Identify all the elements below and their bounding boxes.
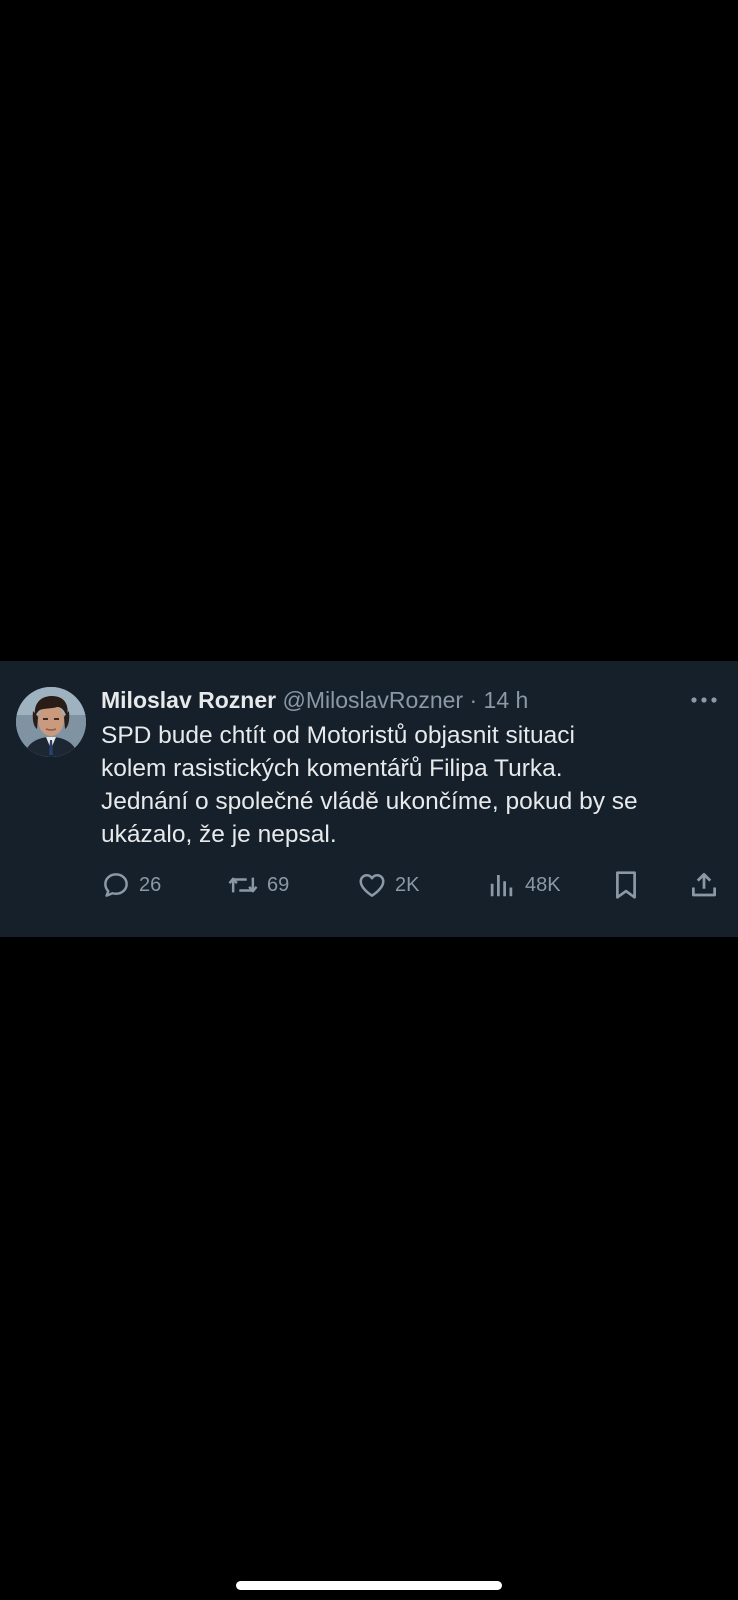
author-handle[interactable]: @MiloslavRozner (283, 687, 464, 713)
like-count: 2K (395, 873, 420, 896)
bookmark-icon (616, 871, 636, 899)
views-chart-icon (490, 875, 513, 897)
views-button[interactable]: 48K (487, 867, 561, 903)
avatar[interactable] (16, 687, 86, 757)
repost-button[interactable]: 69 (227, 867, 289, 903)
reply-count: 26 (139, 873, 162, 896)
reply-icon (104, 873, 128, 897)
share-icon (692, 873, 716, 897)
reply-button[interactable]: 26 (101, 867, 161, 903)
tweet-card[interactable]: Miloslav Rozner @MiloslavRozner · 14 h S… (0, 661, 738, 937)
repost-icon (228, 877, 258, 893)
like-button[interactable]: 2K (357, 867, 419, 903)
tweet-time[interactable]: 14 h (484, 687, 529, 713)
tweet-header: Miloslav Rozner @MiloslavRozner · 14 h (101, 685, 661, 715)
author-name[interactable]: Miloslav Rozner (101, 687, 276, 713)
heart-icon (359, 874, 385, 897)
separator-dot: · (469, 687, 478, 713)
person-photo-avatar (16, 687, 86, 757)
home-indicator[interactable] (236, 1581, 502, 1590)
more-horizontal-icon (691, 697, 717, 703)
tweet-text: SPD bude chtít od Motoristů objasnit sit… (101, 722, 638, 848)
bookmark-button[interactable] (611, 867, 641, 903)
screen: Miloslav Rozner @MiloslavRozner · 14 h S… (0, 0, 738, 1600)
share-button[interactable] (689, 867, 719, 903)
views-count: 48K (525, 873, 561, 896)
more-options-button[interactable] (686, 685, 722, 715)
tweet-actions: 26 69 2K 48K (101, 867, 721, 903)
repost-count: 69 (267, 873, 290, 896)
